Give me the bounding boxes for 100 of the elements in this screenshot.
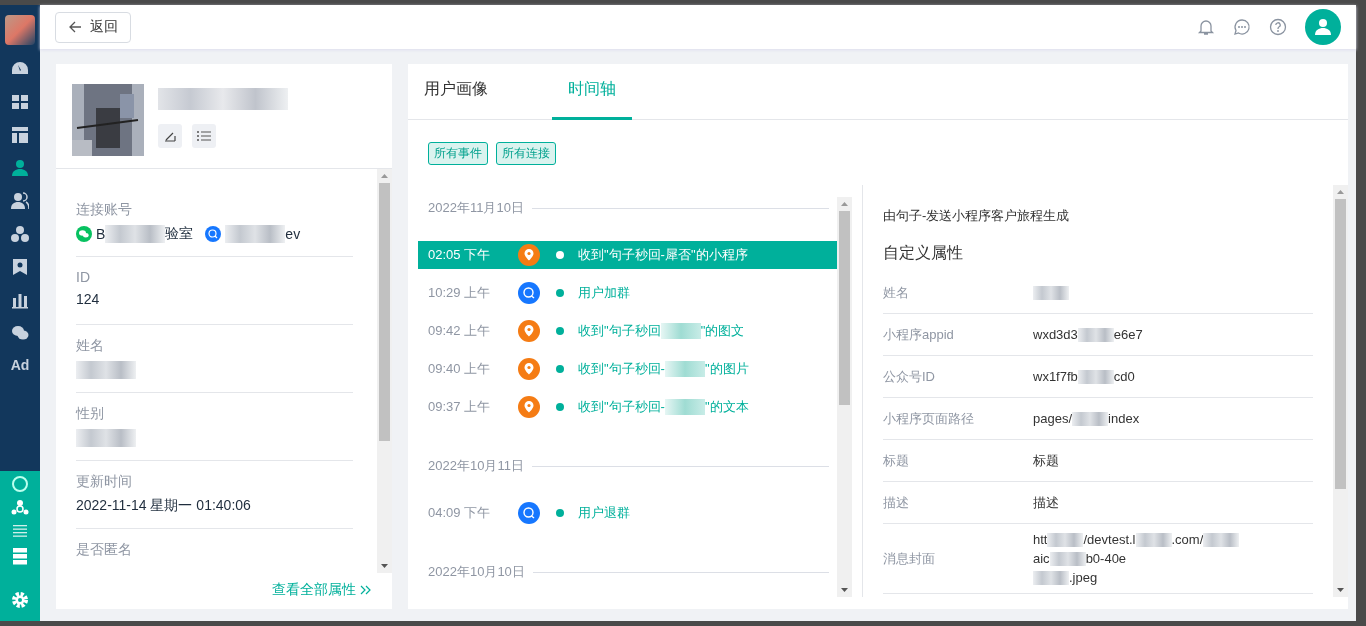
list-button[interactable] xyxy=(192,124,216,148)
wechat-icon[interactable] xyxy=(11,324,29,342)
scroll-thumb[interactable] xyxy=(1335,199,1346,489)
redaction-mask xyxy=(105,225,166,243)
redaction-mask xyxy=(660,323,701,339)
network-icon[interactable] xyxy=(11,499,29,517)
source-note: 由句子-发送小程序客户旅程生成 xyxy=(883,207,1071,225)
user-icon xyxy=(1314,18,1332,36)
ad-icon[interactable]: Ad xyxy=(10,357,30,373)
value-text: pages/ xyxy=(1033,411,1073,426)
user-avatar[interactable] xyxy=(1305,9,1341,45)
help-icon[interactable] xyxy=(1269,18,1287,36)
event-time: 02:05 下午 xyxy=(428,246,492,264)
scroll-thumb[interactable] xyxy=(839,211,850,405)
timeline-dot xyxy=(556,327,564,335)
value-text: htt xyxy=(1033,532,1048,547)
value-text: 收到"句子秒回- xyxy=(578,398,665,416)
bell-icon[interactable] xyxy=(1197,18,1215,36)
value-text: 描述 xyxy=(1033,493,1059,512)
location-pin-icon xyxy=(518,320,540,342)
wechat-icon xyxy=(76,226,92,242)
event-time: 09:40 上午 xyxy=(428,360,492,378)
cluster-icon[interactable] xyxy=(11,225,29,243)
property-label: 姓名 xyxy=(883,283,910,302)
value-text: 124 xyxy=(76,291,100,307)
grid-icon[interactable] xyxy=(11,93,29,111)
server-icon[interactable] xyxy=(11,547,29,565)
list-icon xyxy=(197,130,211,142)
value-text: "的文本 xyxy=(704,398,749,416)
timeline-event[interactable]: 09:37 上午 收到"句子秒回- "的文本 xyxy=(418,393,837,421)
event-time: 09:42 上午 xyxy=(428,322,492,340)
location-pin-icon xyxy=(518,396,540,418)
chat-bubble-icon xyxy=(518,502,540,524)
value-text: 收到"句子秒回 xyxy=(578,322,661,340)
timeline-event[interactable]: 04:09 下午 用户退群 xyxy=(418,499,837,527)
location-pin-icon xyxy=(518,244,540,266)
bar-chart-icon[interactable] xyxy=(11,291,29,309)
timeline-dot xyxy=(556,289,564,297)
section-title: 自定义属性 xyxy=(883,243,964,263)
tab[interactable]: 用户画像 xyxy=(424,64,536,120)
scroll-thumb[interactable] xyxy=(379,183,390,441)
value-text: B xyxy=(96,226,106,242)
value-text: /devtest.l xyxy=(1083,532,1136,547)
timeline-event[interactable]: 10:29 上午 用户加群 xyxy=(418,279,837,307)
double-chevron-icon xyxy=(360,584,372,596)
property-label: 标题 xyxy=(883,451,910,470)
redaction-mask xyxy=(1047,532,1084,547)
timeline-event[interactable]: 09:40 上午 收到"句子秒回- "的图片 xyxy=(418,355,837,383)
date-heading: 2022年11月10日 xyxy=(428,199,524,217)
user-icon[interactable] xyxy=(11,159,29,177)
event-time: 10:29 上午 xyxy=(428,284,492,302)
settings-icon[interactable] xyxy=(11,591,29,609)
back-button[interactable]: 返回 xyxy=(55,11,131,43)
timeline-event[interactable]: 02:05 下午 收到"句子秒回-犀否"的小程序 xyxy=(418,241,837,269)
redaction-mask xyxy=(76,361,136,379)
view-all-link[interactable]: 查看全部属性 xyxy=(272,581,356,599)
redaction-mask xyxy=(1033,285,1069,300)
redaction-mask xyxy=(664,361,705,377)
users-icon[interactable] xyxy=(11,192,29,210)
redaction-mask xyxy=(1077,369,1114,384)
value-text: 收到"句子秒回- xyxy=(578,360,665,378)
value-text: 2022-11-14 星期一 01:40:06 xyxy=(76,497,251,515)
timeline-dot xyxy=(556,509,564,517)
value-text: e6e7 xyxy=(1113,327,1143,342)
edit-button[interactable] xyxy=(158,124,182,148)
date-heading: 2022年10月11日 xyxy=(428,457,524,475)
timeline-event[interactable]: 09:42 上午 收到"句子秒回 "的图文 xyxy=(418,317,837,345)
redaction-mask xyxy=(1072,411,1109,426)
location-pin-icon xyxy=(518,358,540,380)
value-text: ev xyxy=(285,226,301,242)
scrollbar[interactable] xyxy=(837,197,852,597)
chat-bubble-icon xyxy=(518,282,540,304)
value-text: "的图片 xyxy=(704,360,749,378)
event-time: 09:37 上午 xyxy=(428,398,492,416)
tab[interactable]: 时间轴 xyxy=(552,64,632,120)
filter-tag[interactable]: 所有事件 xyxy=(428,142,488,165)
field-label: 更新时间 xyxy=(76,473,133,491)
value-text: cd0 xyxy=(1113,369,1135,384)
redaction-mask xyxy=(76,429,136,447)
redaction-mask xyxy=(225,225,286,243)
ring-icon[interactable] xyxy=(11,475,29,493)
chat-icon[interactable] xyxy=(1233,18,1251,36)
timeline-dot xyxy=(556,403,564,411)
filter-tag[interactable]: 所有连接 xyxy=(496,142,556,165)
property-label: 描述 xyxy=(883,493,910,512)
value-text: wxd3d3 xyxy=(1033,327,1078,342)
contact-card-icon[interactable] xyxy=(11,258,29,276)
value-text: 验室 xyxy=(165,225,194,243)
arrow-left-icon xyxy=(68,20,82,34)
property-label: 消息封面 xyxy=(883,549,936,568)
scrollbar[interactable] xyxy=(1333,185,1348,597)
timeline-dot xyxy=(556,365,564,373)
layout-icon[interactable] xyxy=(11,126,29,144)
date-heading: 2022年10月10日 xyxy=(428,563,525,581)
logo-icon[interactable] xyxy=(5,15,35,45)
value-text: index xyxy=(1108,411,1140,426)
value-text: .com/ xyxy=(1171,532,1204,547)
property-label: 小程序appid xyxy=(883,325,955,344)
scrollbar[interactable] xyxy=(377,169,392,573)
pencil-icon xyxy=(164,130,176,142)
